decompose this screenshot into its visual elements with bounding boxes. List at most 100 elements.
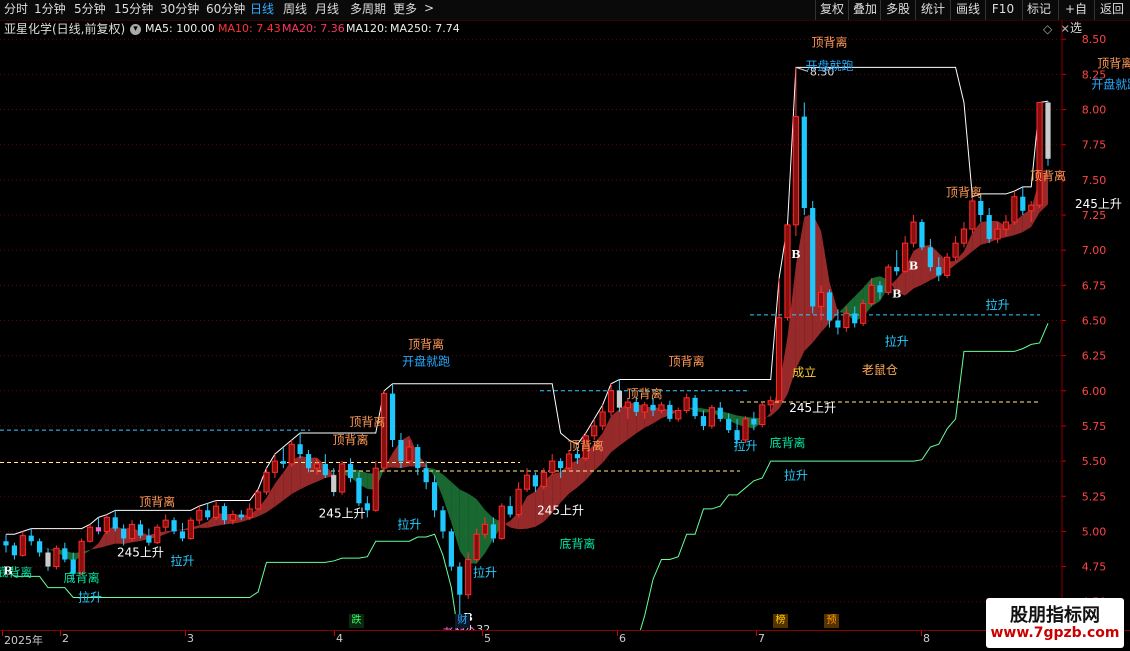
- signal-label-24: 顶背离: [812, 34, 848, 49]
- candle-body-24: [205, 510, 211, 518]
- candle-body-116: [978, 200, 984, 216]
- price-tick-label-15: 4.75: [1082, 561, 1107, 574]
- signal-label-28: 顶背离: [946, 185, 982, 200]
- candle-body-92: [775, 317, 783, 402]
- date-label-6: 7: [758, 632, 765, 645]
- date-tick-3: [334, 631, 335, 636]
- trend-ribbon-seg-24: [199, 521, 208, 528]
- candle-body-70: [591, 425, 598, 437]
- signal-label-10: 顶背离: [408, 337, 444, 352]
- candle-body-81: [683, 397, 690, 411]
- date-label-3: 4: [336, 632, 343, 645]
- price-tick-label-9: 6.25: [1082, 350, 1107, 363]
- candle-body-25: [212, 505, 220, 518]
- price-tick-label-2: 8.00: [1082, 104, 1107, 117]
- candle-body-64: [540, 471, 547, 487]
- candle-body-105: [885, 266, 892, 293]
- candle-body-74: [624, 401, 631, 409]
- candle-body-61: [515, 488, 522, 516]
- trend-ribbon-seg-122: [1022, 208, 1032, 233]
- watermark-url: www.7gpzb.com: [990, 625, 1120, 641]
- signal-label-2: 拉升: [78, 590, 102, 605]
- candle-body-53: [448, 531, 454, 567]
- price-tick-label-13: 5.25: [1082, 490, 1107, 503]
- candle-body-82: [692, 397, 698, 417]
- candle-body-1: [11, 545, 18, 556]
- candle-body-73: [616, 390, 623, 408]
- candle-body-17: [146, 535, 152, 543]
- candle-body-86: [726, 418, 732, 431]
- candle-body-54: [457, 566, 463, 595]
- date-tick-4: [482, 631, 483, 636]
- kline-chart[interactable]: 8.508.258.007.757.507.257.006.756.506.25…: [0, 0, 1130, 630]
- signal-label-6: 245上升: [319, 506, 366, 520]
- candle-body-59: [498, 505, 505, 539]
- price-tick-label-3: 7.75: [1082, 139, 1107, 152]
- candle-body-77: [650, 404, 656, 411]
- candle-body-110: [927, 247, 933, 268]
- candle-body-66: [558, 461, 564, 469]
- candle-body-109: [919, 222, 925, 248]
- event-marker-3[interactable]: 预: [824, 614, 839, 628]
- candle-body-62: [523, 474, 531, 490]
- candle-body-29: [246, 508, 253, 518]
- candle-body-3: [28, 535, 34, 542]
- candle-body-80: [675, 409, 682, 420]
- candle-body-12: [103, 516, 110, 532]
- candle-body-38: [322, 463, 328, 476]
- trend-ribbon-seg-63: [527, 491, 536, 529]
- signal-label-18: 顶背离: [669, 353, 705, 368]
- signal-label-4: 顶背离: [139, 494, 175, 509]
- date-tick-6: [756, 631, 757, 636]
- date-tick-5: [617, 631, 618, 636]
- candle-body-117: [986, 215, 992, 239]
- candle-body-72: [607, 390, 615, 413]
- candle-body-27: [229, 514, 236, 521]
- candle-body-107: [902, 242, 909, 272]
- buy-signal-0: B: [3, 565, 12, 578]
- candle-body-108: [910, 221, 917, 244]
- candle-body-23: [196, 509, 203, 521]
- candle-body-79: [667, 404, 673, 419]
- candle-body-89: [751, 418, 757, 425]
- candle-body-7: [62, 548, 68, 560]
- candle-body-19: [162, 519, 169, 528]
- buy-signal-2: B: [791, 248, 800, 261]
- candle-body-26: [221, 506, 228, 521]
- candle-body-0: [3, 541, 9, 546]
- candle-body-124: [1045, 102, 1051, 159]
- candle-body-60: [507, 506, 513, 515]
- candle-body-100: [843, 312, 850, 329]
- trend-ribbon-seg-12: [98, 529, 107, 549]
- trend-ribbon-seg-67: [560, 463, 570, 503]
- event-marker-2[interactable]: 榜: [773, 614, 788, 628]
- signal-label-23: 245上升: [789, 401, 836, 415]
- trend-ribbon-seg-95: [795, 216, 805, 370]
- signal-label-8: 顶背离: [349, 414, 385, 429]
- candle-body-63: [532, 475, 539, 487]
- candle-body-122: [1028, 204, 1035, 212]
- date-label-5: 6: [619, 632, 626, 645]
- candle-body-16: [137, 524, 144, 536]
- candle-body-55: [465, 559, 472, 596]
- candle-body-93: [784, 224, 791, 319]
- signal-label-5: 拉升: [170, 553, 194, 568]
- candle-body-49: [415, 447, 421, 469]
- price-tick-label-14: 5.00: [1082, 525, 1107, 538]
- candle-body-21: [179, 531, 186, 539]
- candle-body-103: [868, 284, 875, 305]
- event-marker-0[interactable]: 跌: [349, 614, 364, 628]
- signal-label-17: 顶背离: [627, 386, 663, 401]
- candle-body-94: [792, 116, 800, 226]
- candle-body-95: [801, 116, 807, 208]
- event-marker-1[interactable]: 财: [455, 614, 470, 628]
- candle-body-47: [398, 440, 404, 462]
- candle-body-88: [742, 418, 749, 441]
- date-axis: 2025年 2 3 4 5 6 7 8: [0, 630, 1130, 651]
- candle-body-30: [254, 491, 262, 510]
- signal-label-20: 底背离: [769, 435, 805, 450]
- date-label-0: 2025年: [4, 634, 43, 647]
- candle-body-39: [331, 475, 337, 493]
- signal-label-29: 拉升: [986, 297, 1010, 312]
- signal-label-31: 245上升: [1075, 197, 1122, 211]
